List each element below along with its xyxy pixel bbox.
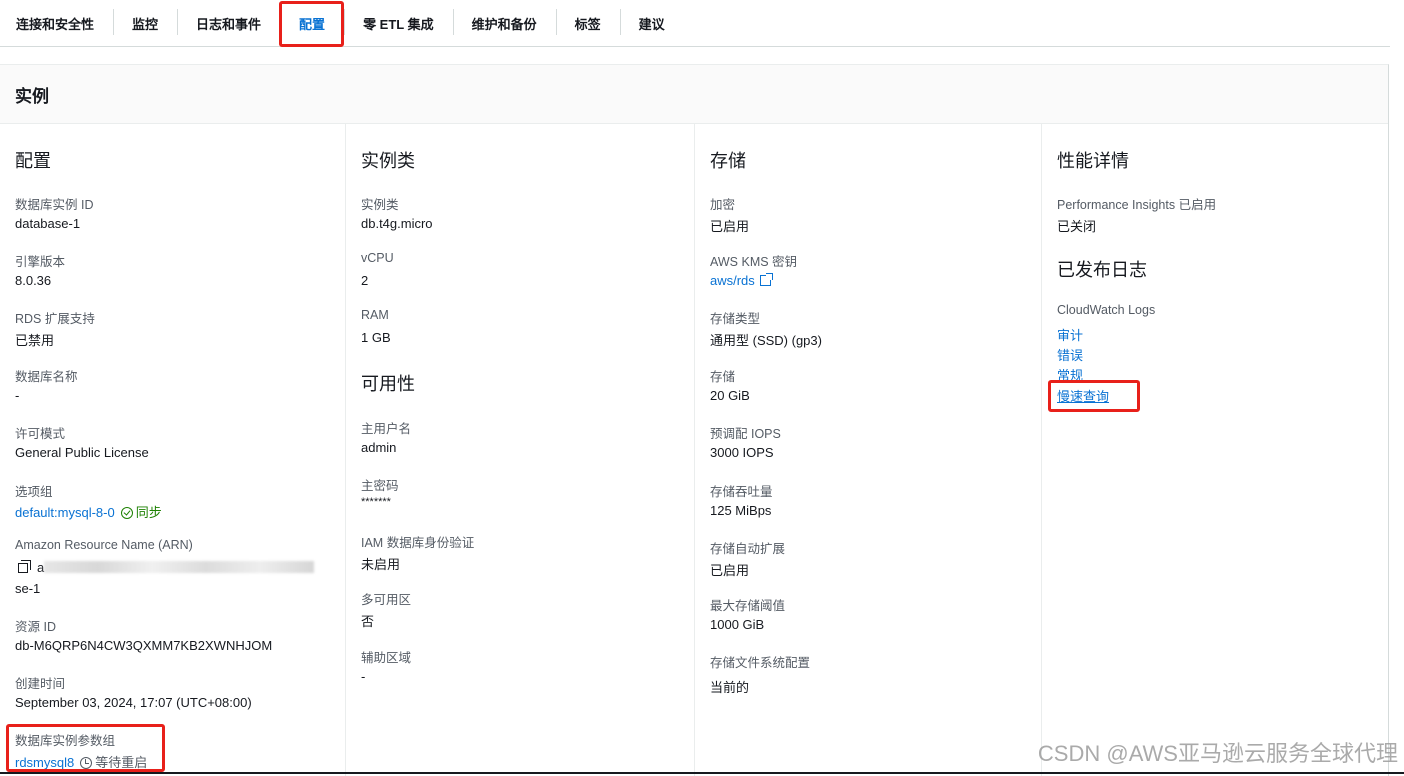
storage-size-value: 20 GiB bbox=[710, 388, 750, 403]
multi-az-label: 多可用区 bbox=[361, 593, 412, 607]
performance-column: 性能详情 Performance Insights 已启用 已关闭 已发布日志 … bbox=[1041, 124, 1388, 776]
param-group-label: 数据库实例参数组 bbox=[15, 734, 116, 748]
max-threshold-value: 1000 GiB bbox=[710, 617, 765, 632]
iops-label: 预调配 IOPS bbox=[710, 427, 781, 441]
option-group-link[interactable]: default:mysql-8-0 bbox=[15, 505, 115, 520]
resource-id-label: 资源 ID bbox=[15, 620, 56, 634]
resource-id-value: db-M6QRP6N4CW3QXMM7KB2XWNHJOM bbox=[15, 638, 273, 653]
tab-bar: 连接和安全性 监控 日志和事件 配置 零 ETL 集成 维护和备份 标签 建议 bbox=[0, 0, 1390, 47]
panel-title: 实例 bbox=[0, 65, 1388, 124]
param-group-link[interactable]: rdsmysql8 bbox=[15, 755, 74, 770]
multi-az-value: 否 bbox=[361, 614, 375, 629]
storage-title: 存储 bbox=[710, 151, 746, 171]
tab-monitoring[interactable]: 监控 bbox=[113, 0, 177, 46]
performance-insights-label: Performance Insights 已启用 bbox=[1057, 198, 1217, 212]
master-user-label: 主用户名 bbox=[361, 422, 412, 436]
db-instance-id-label: 数据库实例 ID bbox=[15, 198, 94, 212]
master-password-value: ******* bbox=[361, 496, 391, 508]
arn-row: a bbox=[15, 560, 315, 575]
availability-title: 可用性 bbox=[361, 374, 415, 394]
fs-config-value: 当前的 bbox=[710, 680, 750, 695]
watermark: CSDN @AWS亚马逊云服务全球代理 bbox=[1037, 741, 1398, 766]
vcpu-label: vCPU bbox=[361, 251, 394, 265]
tab-configuration[interactable]: 配置 bbox=[280, 0, 344, 47]
external-link-icon[interactable] bbox=[759, 273, 773, 286]
rds-extended-support-value: 已禁用 bbox=[15, 333, 55, 348]
license-model-label: 许可模式 bbox=[15, 427, 66, 441]
autoscaling-label: 存储自动扩展 bbox=[710, 542, 786, 556]
storage-column: 存储 加密 已启用 AWS KMS 密钥 aws/rds 存储类型 通用型 (S… bbox=[694, 124, 1041, 776]
arn-label: Amazon Resource Name (ARN) bbox=[15, 538, 193, 552]
autoscaling-value: 已启用 bbox=[710, 563, 750, 578]
ram-value: 1 GB bbox=[361, 330, 391, 345]
encryption-value: 已启用 bbox=[710, 219, 750, 234]
performance-title: 性能详情 bbox=[1057, 151, 1129, 171]
instance-class-label: 实例类 bbox=[361, 198, 399, 212]
arn-value-prefix: a bbox=[37, 560, 45, 575]
tab-zero-etl[interactable]: 零 ETL 集成 bbox=[344, 0, 453, 46]
throughput-value: 125 MiBps bbox=[710, 503, 772, 518]
engine-version-value: 8.0.36 bbox=[15, 273, 52, 288]
instance-panel: 实例 配置 数据库实例 ID database-1 引擎版本 8.0.36 RD… bbox=[0, 64, 1389, 776]
secondary-zone-label: 辅助区域 bbox=[361, 651, 412, 665]
rds-extended-support-label: RDS 扩展支持 bbox=[15, 312, 95, 326]
db-instance-id-value: database-1 bbox=[15, 216, 81, 231]
iam-auth-value: 未启用 bbox=[361, 557, 401, 572]
license-model-value: General Public License bbox=[15, 445, 149, 460]
redacted-arn bbox=[44, 561, 315, 573]
vcpu-value: 2 bbox=[361, 273, 369, 288]
iops-value: 3000 IOPS bbox=[710, 445, 774, 460]
performance-insights-value: 已关闭 bbox=[1057, 219, 1097, 234]
created-time-value: September 03, 2024, 17:07 (UTC+08:00) bbox=[15, 695, 252, 710]
engine-version-label: 引擎版本 bbox=[15, 255, 66, 269]
storage-type-label: 存储类型 bbox=[710, 312, 761, 326]
master-user-value: admin bbox=[361, 440, 397, 455]
check-circle-icon bbox=[120, 507, 133, 519]
master-password-label: 主密码 bbox=[361, 479, 399, 493]
storage-type-value: 通用型 (SSD) (gp3) bbox=[710, 333, 822, 348]
published-logs-title: 已发布日志 bbox=[1057, 260, 1147, 280]
max-threshold-label: 最大存储阈值 bbox=[710, 599, 786, 613]
storage-size-label: 存储 bbox=[710, 370, 736, 384]
config-title: 配置 bbox=[15, 151, 51, 171]
encryption-label: 加密 bbox=[710, 198, 736, 212]
tab-tags[interactable]: 标签 bbox=[555, 0, 620, 46]
kms-key-link[interactable]: aws/rds bbox=[710, 273, 755, 288]
log-item-slow-query[interactable]: 慢速查询 bbox=[1057, 386, 1109, 405]
kms-key-label: AWS KMS 密钥 bbox=[710, 255, 798, 269]
option-group-row: default:mysql-8-0 同步 bbox=[15, 502, 162, 521]
ram-label: RAM bbox=[361, 308, 389, 322]
param-group-status: 等待重启 bbox=[95, 755, 148, 770]
fs-config-label: 存储文件系统配置 bbox=[710, 656, 811, 670]
secondary-zone-value: - bbox=[361, 669, 366, 684]
instance-class-column: 实例类 实例类 db.t4g.micro vCPU 2 RAM 1 GB 可用性… bbox=[345, 124, 694, 776]
log-item-error[interactable]: 错误 bbox=[1057, 345, 1083, 364]
tab-logs-events[interactable]: 日志和事件 bbox=[177, 0, 280, 46]
cloudwatch-logs-label: CloudWatch Logs bbox=[1057, 303, 1156, 317]
param-group-row: rdsmysql8 等待重启 bbox=[15, 752, 147, 771]
db-name-value: - bbox=[15, 388, 20, 403]
tab-connectivity-security[interactable]: 连接和安全性 bbox=[0, 0, 113, 46]
instance-class-value: db.t4g.micro bbox=[361, 216, 433, 231]
kms-key-row: aws/rds bbox=[710, 273, 773, 288]
clock-icon bbox=[80, 757, 93, 769]
log-item-audit[interactable]: 审计 bbox=[1057, 325, 1083, 344]
log-item-general[interactable]: 常规 bbox=[1057, 365, 1083, 384]
config-column: 配置 数据库实例 ID database-1 引擎版本 8.0.36 RDS 扩… bbox=[0, 124, 345, 776]
throughput-label: 存储吞吐量 bbox=[710, 485, 773, 499]
instance-class-title: 实例类 bbox=[361, 151, 415, 171]
created-time-label: 创建时间 bbox=[15, 677, 66, 691]
tab-recommendations[interactable]: 建议 bbox=[619, 0, 684, 46]
tab-maintenance-backup[interactable]: 维护和备份 bbox=[452, 0, 556, 46]
option-group-status: 同步 bbox=[135, 505, 162, 520]
arn-value-suffix: se-1 bbox=[15, 581, 41, 596]
option-group-label: 选项组 bbox=[15, 485, 53, 499]
copy-icon[interactable] bbox=[18, 560, 31, 573]
iam-auth-label: IAM 数据库身份验证 bbox=[361, 536, 475, 550]
db-name-label: 数据库名称 bbox=[15, 370, 78, 384]
